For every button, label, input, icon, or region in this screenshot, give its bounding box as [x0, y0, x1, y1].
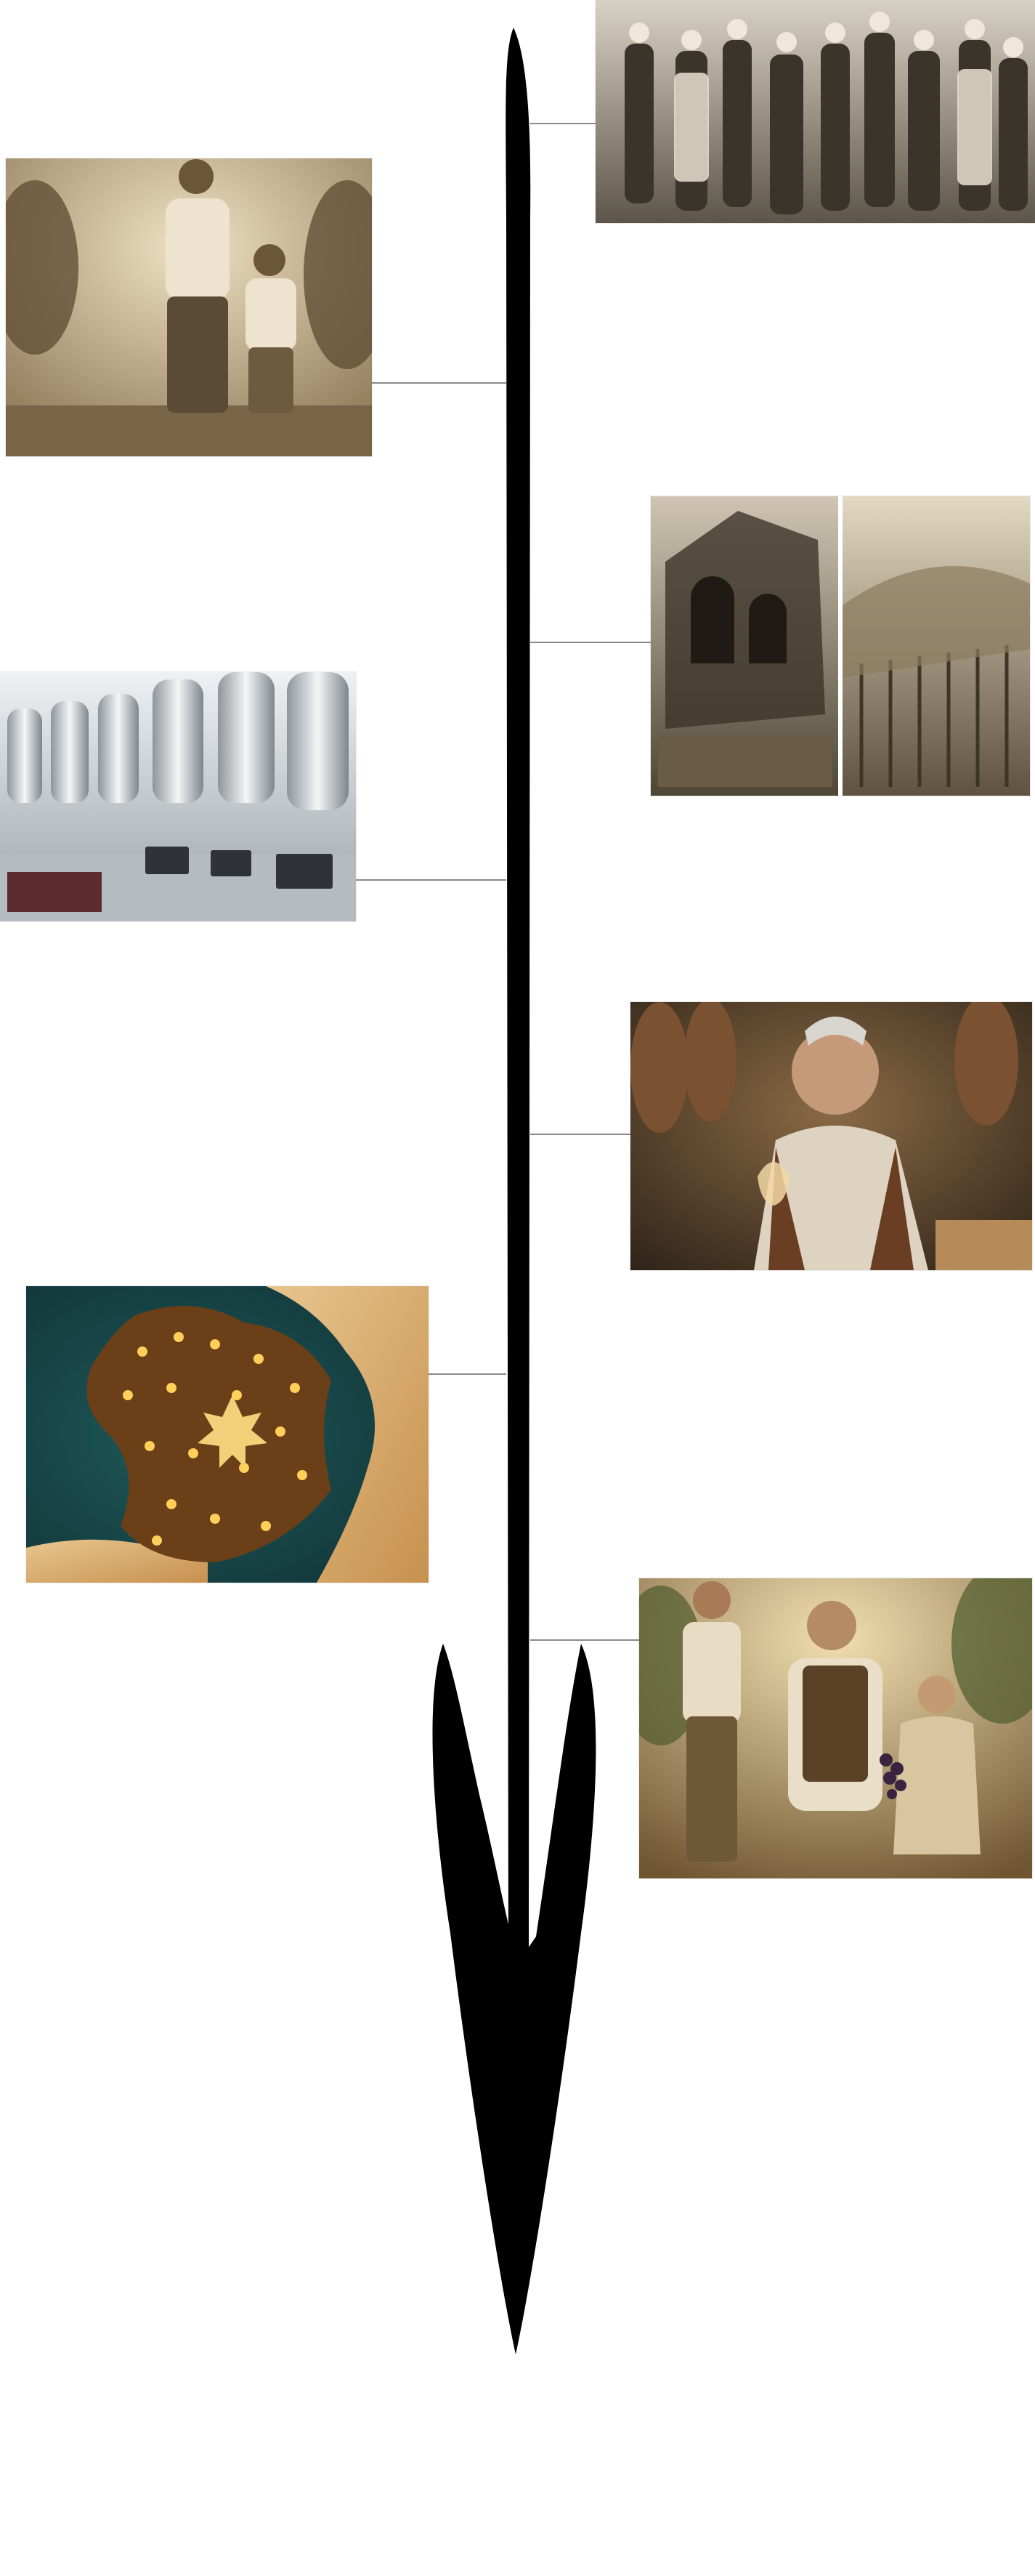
vintage-family-in-vineyard-photo: [596, 0, 1035, 223]
modern-stainless-steel-winery-photo: [0, 672, 356, 921]
timeline-shaft: [506, 28, 531, 1962]
connector-4: [356, 879, 506, 881]
father-and-son-pruning-vines-photo: [6, 158, 372, 456]
connector-1: [530, 123, 596, 124]
connector-3: [530, 642, 651, 643]
connector-2: [372, 382, 506, 384]
winemaker-tasting-in-barrel-cellar-photo: [630, 1002, 1032, 1270]
glowing-map-of-france-wine-regions: [26, 1286, 429, 1583]
connector-5: [530, 1134, 630, 1135]
stone-cellar-and-hillside-vineyard-diptych: [651, 496, 1030, 796]
grandfather-and-children-with-grapes-photo: [639, 1578, 1032, 1878]
connector-6: [429, 1373, 506, 1375]
connector-7: [530, 1639, 639, 1641]
